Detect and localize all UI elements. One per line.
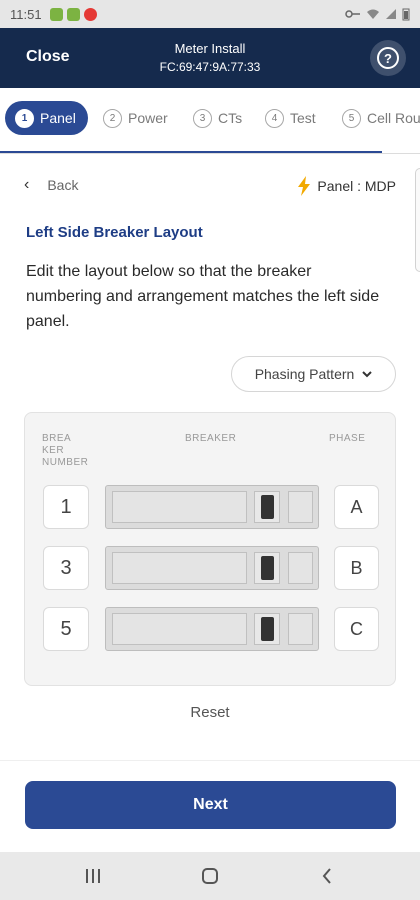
breaker-header: BREAKER (185, 433, 237, 444)
breaker-terminal (288, 552, 313, 584)
status-time: 11:51 (10, 6, 42, 22)
recent-apps-button[interactable] (73, 864, 113, 888)
breaker-number-field[interactable]: 5 (43, 607, 89, 651)
breaker-row: 3 B (25, 546, 397, 592)
status-bar: 11:51 (0, 0, 420, 28)
system-nav-bar (0, 852, 420, 900)
next-button[interactable]: Next (25, 781, 396, 829)
instructions-text: Edit the layout below so that the breake… (26, 263, 380, 330)
scroll-indicator[interactable] (415, 168, 420, 272)
back-arrow-icon (322, 868, 331, 884)
breaker-toggle (254, 613, 280, 645)
back-label: Back (47, 177, 79, 193)
phase-field[interactable]: C (334, 607, 379, 651)
step-label: Cell Rou (367, 110, 420, 126)
wifi-icon (367, 9, 379, 19)
breaker-number-field[interactable]: 1 (43, 485, 89, 529)
breaker-lever (260, 495, 274, 519)
phasing-pattern-dropdown[interactable]: Phasing Pattern (231, 356, 396, 392)
phase-header: PHASE (329, 433, 366, 444)
step-cts[interactable]: 3 CTs (193, 101, 242, 135)
key-icon (345, 10, 360, 18)
chrome-notification-icon (83, 7, 97, 21)
chevron-down-icon (362, 370, 373, 377)
step-tabs: 1 Panel 2 Power 3 CTs 4 Test 5 Cell Rou (0, 88, 420, 154)
app-header: Close Meter Install FC:69:47:9A:77:33 ? (0, 28, 420, 88)
panel-name: Panel : MDP (317, 178, 396, 194)
breaker-row: 5 C (25, 607, 397, 653)
breaker-number-field[interactable]: 3 (43, 546, 89, 590)
step-number: 3 (193, 108, 212, 128)
phase-field[interactable]: A (334, 485, 379, 529)
breaker-body (112, 552, 247, 584)
step-label: CTs (218, 110, 243, 126)
home-icon (202, 868, 218, 884)
header-title: Meter Install (174, 41, 246, 56)
step-cell-routing[interactable]: 5 Cell Rou (342, 101, 420, 135)
breaker-terminal (288, 613, 313, 645)
breaker-graphic[interactable] (105, 485, 319, 529)
breaker-body (112, 613, 247, 645)
breaker-number-header: BREA KER NUMBER (42, 433, 94, 469)
phasing-pattern-label: Phasing Pattern (254, 366, 355, 382)
breaker-toggle (254, 491, 280, 523)
step-label: Panel (40, 110, 76, 126)
help-button[interactable]: ? (370, 40, 406, 76)
step-number: 4 (265, 108, 284, 128)
phase-field[interactable]: B (334, 546, 379, 590)
screen: 11:51 Close Meter Install FC:69:47:9A:77… (0, 0, 420, 900)
section-title: Left Side Breaker Layout (26, 224, 203, 241)
step-power[interactable]: 2 Power (103, 101, 168, 135)
signal-icon (386, 9, 396, 19)
header-line: KER (42, 445, 65, 456)
breaker-graphic[interactable] (105, 607, 319, 651)
breaker-body (112, 491, 247, 523)
lightning-bolt-icon (298, 176, 311, 196)
footer: Next (0, 760, 420, 852)
step-progress-bar (0, 151, 382, 153)
breaker-row: 1 A (25, 485, 397, 531)
step-panel[interactable]: 1 Panel (5, 101, 88, 135)
step-number: 1 (15, 108, 34, 128)
status-notification-icons (49, 7, 97, 21)
step-number: 2 (103, 108, 122, 128)
breaker-graphic[interactable] (105, 546, 319, 590)
home-button[interactable] (190, 864, 230, 888)
status-system-icons (345, 8, 410, 21)
recent-apps-icon (86, 869, 100, 883)
step-number: 5 (342, 108, 361, 128)
android-notification-icon (66, 7, 80, 21)
panel-indicator: Panel : MDP (297, 176, 396, 196)
step-test[interactable]: 4 Test (265, 101, 316, 135)
breaker-terminal (288, 491, 313, 523)
breaker-layout-card: BREA KER NUMBER BREAKER PHASE 1 A 3 B 5 … (24, 412, 396, 686)
system-back-button[interactable] (307, 864, 347, 888)
step-label: Power (128, 110, 168, 126)
back-button[interactable]: ‹ Back (24, 176, 78, 194)
breaker-toggle (254, 552, 280, 584)
reset-button[interactable]: Reset (0, 704, 420, 721)
android-notification-icon (49, 7, 63, 21)
chevron-left-icon: ‹ (24, 176, 30, 193)
battery-icon (402, 8, 410, 20)
step-label: Test (290, 110, 316, 126)
device-id: FC:69:47:9A:77:33 (159, 60, 261, 74)
breaker-lever (260, 556, 274, 580)
breaker-lever (260, 617, 274, 641)
help-icon: ? (377, 47, 399, 69)
header-line: BREA (42, 433, 72, 444)
header-line: NUMBER (42, 457, 89, 468)
